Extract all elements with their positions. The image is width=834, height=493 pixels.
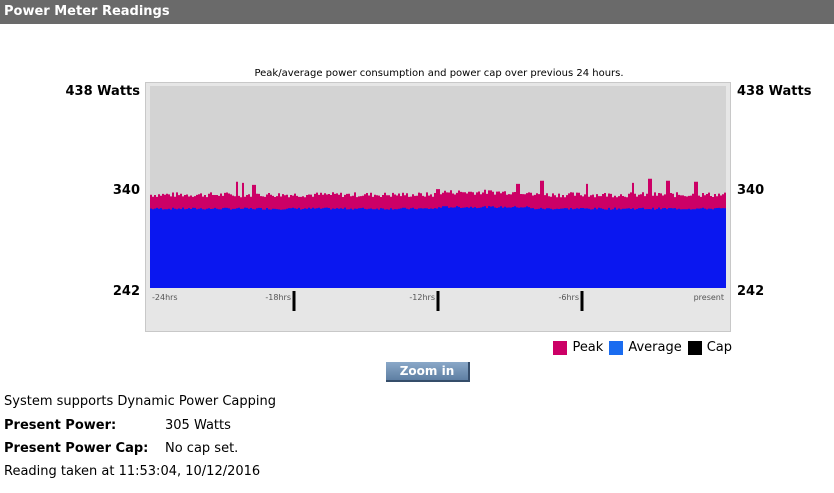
chart-title: Peak/average power consumption and power… — [254, 68, 624, 79]
y-min-label-right: 242 — [737, 284, 765, 299]
power-cap-label: Present Power Cap: — [4, 441, 149, 456]
present-power-label: Present Power: — [4, 418, 117, 433]
y-mid-label-right: 340 — [737, 183, 765, 198]
legend-label-average: Average — [628, 340, 682, 355]
y-mid-label-left: 340 — [112, 183, 140, 198]
y-min-label-left: 242 — [112, 284, 140, 299]
x-tick-mark-2 — [436, 291, 440, 311]
x-tick-label-2: -12hrs — [409, 293, 435, 302]
legend-label-cap: Cap — [706, 340, 732, 355]
power-cap-value: No cap set. — [165, 441, 239, 456]
legend-label-peak: Peak — [572, 340, 604, 355]
window-title-bar: Power Meter Readings — [0, 0, 834, 24]
dynamic-capping-text: System supports Dynamic Power Capping — [4, 394, 276, 409]
present-power-row: Present Power: 305 Watts — [4, 418, 231, 433]
y-max-label-right: 438 Watts — [737, 84, 812, 99]
legend-swatch-average — [609, 340, 624, 355]
x-tick-label-0: -24hrs — [152, 293, 178, 302]
page-title: Power Meter Readings — [4, 4, 170, 19]
average-series-area — [150, 206, 726, 288]
reading-timestamp: Reading taken at 11:53:04, 10/12/2016 — [4, 464, 261, 479]
present-power-value: 305 Watts — [165, 418, 231, 433]
x-tick-label-4: present — [694, 293, 724, 302]
chart-legend: Peak Average Cap — [547, 340, 732, 355]
legend-swatch-peak — [553, 340, 568, 355]
zoom-in-button[interactable]: Zoom in — [386, 362, 470, 382]
x-tick-label-3: -6hrs — [558, 293, 579, 302]
power-cap-row: Present Power Cap: No cap set. — [4, 441, 238, 456]
x-tick-label-1: -18hrs — [265, 293, 291, 302]
power-chart: -24hrs -18hrs -12hrs -6hrs present — [150, 86, 726, 316]
x-tick-mark-3 — [580, 291, 584, 311]
x-tick-mark-1 — [292, 291, 296, 311]
y-max-label-left: 438 Watts — [65, 84, 140, 99]
legend-swatch-cap — [687, 340, 702, 355]
